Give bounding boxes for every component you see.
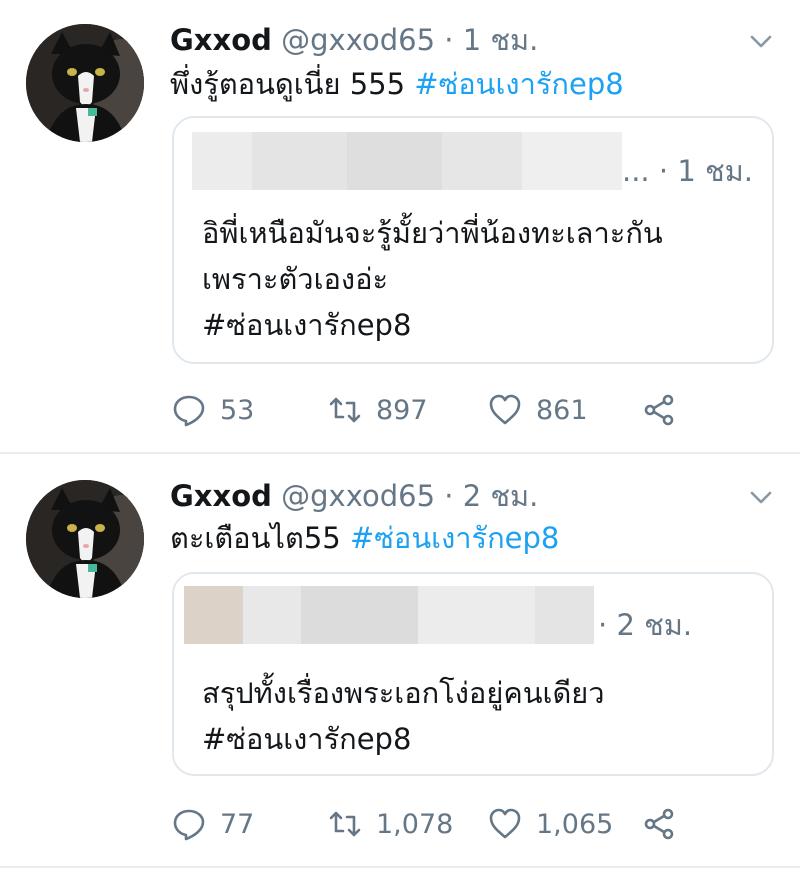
like-button[interactable]: 1,065 (488, 804, 613, 844)
chevron-down-icon[interactable] (746, 26, 776, 56)
quoted-meta: ... · 1 ชม. (622, 148, 753, 194)
quoted-meta: · 2 ชม. (598, 602, 692, 648)
blurred-author (192, 132, 622, 190)
share-icon (644, 394, 674, 426)
display-name[interactable]: Gxxod (170, 479, 272, 513)
quoted-ellipsis: ... (622, 154, 650, 188)
quoted-line: สรุปทั้งเรื่องพระเอกโง่อยู่คนเดียว (202, 676, 605, 710)
chevron-down-icon[interactable] (746, 482, 776, 512)
tweet-header: Gxxod @gxxod65 · 1 ชม. (170, 22, 538, 58)
retweet-icon (329, 811, 361, 837)
reply-button[interactable]: 53 (172, 390, 254, 430)
reply-button[interactable]: 77 (172, 804, 254, 844)
retweet-button[interactable]: 897 (328, 390, 428, 430)
separator: · (658, 154, 669, 188)
share-button[interactable] (642, 804, 690, 844)
quoted-tweet[interactable]: ... · 1 ชม. อิพี่เหนือมันจะรู้มั้ยว่าพี่… (172, 116, 774, 364)
quoted-text: สรุปทั้งเรื่องพระเอกโง่อยู่คนเดียว #ซ่อน… (202, 670, 605, 762)
hashtag-link[interactable]: #ซ่อนเงารักep8 (350, 521, 559, 555)
like-button[interactable]: 861 (488, 390, 588, 430)
blurred-author (184, 586, 595, 644)
display-name[interactable]: Gxxod (170, 23, 272, 57)
retweet-button[interactable]: 1,078 (328, 804, 453, 844)
quoted-timestamp: 1 ชม. (677, 154, 753, 188)
tweet-1[interactable]: Gxxod @gxxod65 · 1 ชม. พึ่งรู้ตอนดูเนี่ย… (0, 0, 800, 452)
quoted-line: #ซ่อนเงารักep8 (202, 308, 412, 342)
like-icon (489, 808, 521, 839)
separator: · (598, 608, 608, 642)
separator: · (444, 23, 454, 57)
quoted-text: อิพี่เหนือมันจะรู้มั้ยว่าพี่น้องทะเลาะกั… (202, 210, 663, 348)
timestamp[interactable]: 2 ชม. (463, 479, 539, 513)
like-count: 861 (536, 394, 588, 426)
tweet-body: พึ่งรู้ตอนดูเนี่ย 555 (170, 67, 406, 101)
share-button[interactable] (642, 390, 690, 430)
share-icon (644, 808, 674, 840)
separator: · (444, 479, 454, 513)
user-handle[interactable]: @gxxod65 (281, 479, 435, 513)
hashtag-link[interactable]: #ซ่อนเงารักep8 (414, 67, 623, 101)
timestamp[interactable]: 1 ชม. (463, 23, 539, 57)
avatar[interactable] (26, 24, 144, 142)
tweet-body: ตะเตือนไต55 (170, 521, 341, 555)
quoted-line: อิพี่เหนือมันจะรู้มั้ยว่าพี่น้องทะเลาะกั… (202, 216, 663, 250)
quoted-line: #ซ่อนเงารักep8 (202, 722, 412, 756)
reply-icon (173, 395, 205, 427)
quoted-line: เพราะตัวเองอ่ะ (202, 262, 389, 296)
tweet-2[interactable]: Gxxod @gxxod65 · 2 ชม. ตะเตือนไต55 #ซ่อน… (0, 454, 800, 868)
tweet-text: ตะเตือนไต55 #ซ่อนเงารักep8 (170, 518, 559, 558)
quoted-timestamp: 2 ชม. (616, 608, 693, 642)
like-icon (489, 394, 521, 425)
retweet-count: 1,078 (376, 808, 454, 840)
quoted-tweet[interactable]: · 2 ชม. สรุปทั้งเรื่องพระเอกโง่อยู่คนเดี… (172, 572, 774, 776)
reply-count: 53 (220, 394, 255, 426)
reply-count: 77 (220, 808, 255, 840)
divider (0, 866, 800, 868)
tweet-header: Gxxod @gxxod65 · 2 ชม. (170, 478, 538, 514)
retweet-icon (329, 397, 361, 423)
user-handle[interactable]: @gxxod65 (281, 23, 435, 57)
tweet-text: พึ่งรู้ตอนดูเนี่ย 555 #ซ่อนเงารักep8 (170, 64, 624, 104)
avatar[interactable] (26, 480, 144, 598)
retweet-count: 897 (376, 394, 428, 426)
like-count: 1,065 (536, 808, 614, 840)
reply-icon (173, 809, 205, 841)
